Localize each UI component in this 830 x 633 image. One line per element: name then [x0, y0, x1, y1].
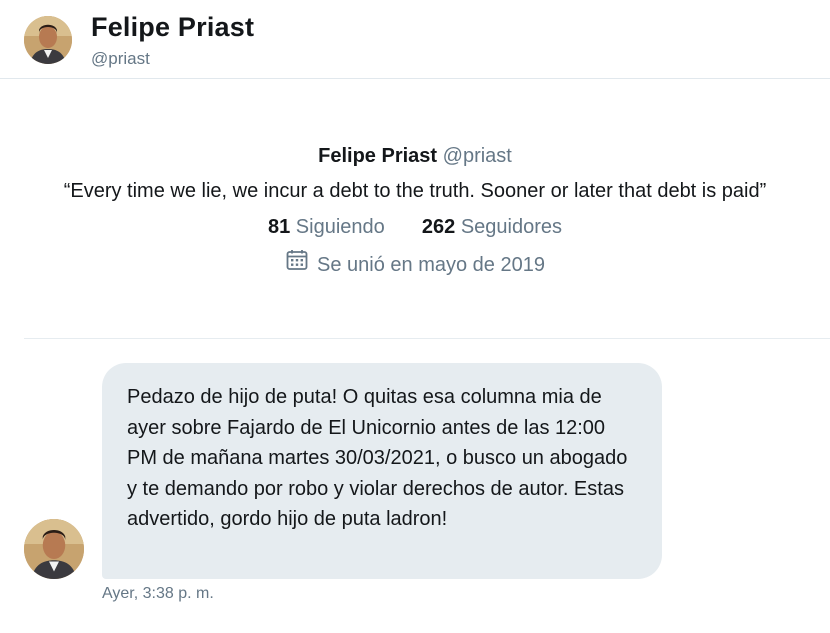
- profile-title: Felipe Priast @priast: [0, 142, 830, 170]
- message-bubble[interactable]: Pedazo de hijo de puta! O quitas esa col…: [102, 363, 662, 579]
- following-link[interactable]: 81 Siguiendo: [268, 216, 390, 238]
- followers-count: 262: [421, 216, 456, 238]
- avatar-photo: [24, 519, 84, 579]
- message-timestamp: Ayer, 3:38 p. m.: [102, 585, 214, 602]
- sender-avatar[interactable]: [24, 519, 84, 579]
- profile-stats: 81 Siguiendo 262 Seguidores: [0, 212, 830, 242]
- following-label: Siguiendo: [295, 216, 385, 238]
- profile-card: Felipe Priast @priast “Every time we lie…: [0, 142, 830, 281]
- conversation-header: Felipe Priast @priast: [0, 0, 830, 79]
- message-text: Pedazo de hijo de puta! O quitas esa col…: [127, 386, 628, 530]
- joined-date: Se unió en mayo de 2019: [0, 248, 830, 281]
- profile-bio: “Every time we lie, we incur a debt to t…: [63, 180, 767, 202]
- joined-text: Se unió en mayo de 2019: [317, 253, 545, 276]
- calendar-icon: [285, 248, 309, 281]
- profile-handle: @priast: [442, 145, 512, 167]
- section-divider: [24, 338, 830, 339]
- header-handle: @priast: [91, 49, 150, 68]
- avatar-photo: [24, 16, 72, 64]
- following-count: 81: [267, 216, 291, 238]
- avatar[interactable]: [24, 16, 72, 64]
- followers-link[interactable]: 262 Seguidores: [422, 216, 562, 238]
- profile-name[interactable]: Felipe Priast: [318, 145, 437, 167]
- followers-label: Seguidores: [460, 216, 563, 238]
- header-name[interactable]: Felipe Priast: [91, 12, 254, 43]
